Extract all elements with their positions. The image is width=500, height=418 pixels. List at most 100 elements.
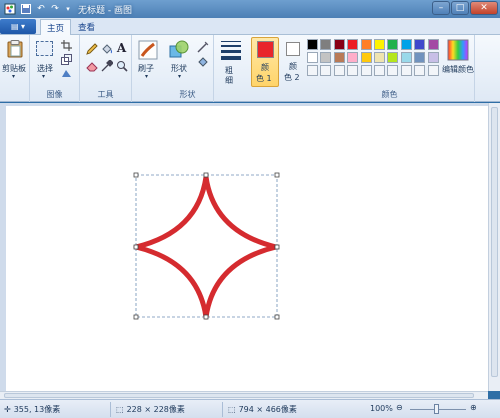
text-icon[interactable]: A	[115, 41, 128, 55]
palette-swatch[interactable]	[307, 65, 318, 76]
vertical-scrollbar[interactable]	[488, 103, 500, 391]
palette-swatch[interactable]	[347, 65, 359, 76]
palette-swatch[interactable]	[320, 52, 332, 63]
color2-swatch	[286, 42, 300, 56]
zoom-out-button[interactable]: ⊖	[396, 403, 403, 412]
palette-swatch[interactable]	[320, 65, 332, 76]
palette-swatch[interactable]	[333, 52, 345, 63]
color2-label-line1: 颜	[289, 62, 297, 71]
select-icon[interactable]	[36, 41, 53, 56]
maximize-button[interactable]: □	[451, 1, 469, 15]
palette-swatch[interactable]	[360, 52, 372, 63]
minimize-button[interactable]: –	[432, 1, 450, 15]
zoom-slider-thumb[interactable]	[434, 404, 439, 414]
palette-swatch[interactable]	[387, 52, 399, 63]
palette-swatch[interactable]	[347, 39, 359, 50]
window-title: 无标题 - 画图	[78, 6, 132, 16]
tab-view[interactable]: 查看	[72, 19, 101, 35]
clipboard-group: 剪贴板 ▾	[0, 35, 30, 102]
selection-handle-left[interactable]	[133, 244, 139, 250]
selection-handle-top-left[interactable]	[133, 172, 139, 178]
ribbon: 剪贴板 ▾ 选择 ▾ 图像 A 工具 刷子 ▾ 形状 ▾ 形状 粗 细 颜 色 …	[0, 35, 500, 102]
outline-icon[interactable]	[196, 40, 209, 53]
fill-style-icon[interactable]	[196, 54, 209, 67]
brushes-dropdown-icon[interactable]: ▾	[145, 73, 148, 80]
edit-colors-label[interactable]: 编辑颜色	[442, 64, 474, 75]
clipboard-dropdown-icon[interactable]: ▾	[12, 73, 15, 80]
canvas-workspace	[0, 103, 488, 391]
shapes-icon[interactable]	[168, 39, 190, 61]
rotate-icon[interactable]	[60, 67, 73, 80]
palette-swatch[interactable]	[307, 39, 318, 50]
selection-handle-bottom-right[interactable]	[274, 314, 280, 320]
edit-colors-icon[interactable]	[447, 39, 469, 61]
eraser-icon[interactable]	[85, 59, 98, 72]
palette-swatch[interactable]	[374, 39, 385, 50]
palette-swatch[interactable]	[307, 52, 318, 63]
zoom-level: 100%	[370, 404, 393, 413]
close-button[interactable]: ✕	[470, 1, 498, 15]
horizontal-scrollbar[interactable]	[0, 391, 488, 399]
palette-swatch[interactable]	[427, 52, 439, 63]
palette-swatch[interactable]	[360, 65, 372, 76]
color-picker-icon[interactable]	[100, 59, 113, 72]
color1-button[interactable]: 颜 色 1	[251, 37, 279, 87]
palette-swatch[interactable]	[387, 39, 399, 50]
palette-swatch[interactable]	[414, 65, 426, 76]
tab-home[interactable]: 主页	[40, 19, 72, 35]
ribbon-tab-row: ▤ ▾ 主页 查看	[0, 18, 500, 35]
selection-rectangle[interactable]	[135, 174, 278, 318]
palette-swatch[interactable]	[427, 65, 439, 76]
line-size-icon[interactable]	[221, 41, 241, 60]
palette-swatch[interactable]	[333, 39, 345, 50]
palette-swatch[interactable]	[400, 52, 412, 63]
crop-icon[interactable]	[60, 39, 73, 52]
selection-handle-bottom-left[interactable]	[133, 314, 139, 320]
redo-icon[interactable]: ↷	[49, 3, 61, 15]
palette-swatch[interactable]	[374, 52, 385, 63]
cursor-position: ✛ 355, 13像素	[4, 404, 60, 415]
selection-size-text: 228 × 228像素	[126, 405, 185, 414]
save-icon[interactable]	[20, 3, 32, 15]
selection-handle-top[interactable]	[203, 172, 209, 178]
quick-access-dropdown-icon[interactable]: ▾	[62, 3, 74, 15]
palette-swatch[interactable]	[387, 65, 399, 76]
size-label-line2[interactable]: 细	[225, 75, 233, 86]
selection-handle-top-right[interactable]	[274, 172, 280, 178]
selection-handle-right[interactable]	[274, 244, 280, 250]
resize-icon[interactable]	[60, 53, 73, 66]
pencil-icon[interactable]	[85, 42, 98, 55]
palette-swatch[interactable]	[374, 65, 385, 76]
clipboard-paste-icon[interactable]	[7, 40, 23, 58]
palette-swatch[interactable]	[400, 39, 412, 50]
palette-swatch[interactable]	[400, 65, 412, 76]
color1-swatch	[257, 41, 274, 58]
drawing-canvas[interactable]	[6, 106, 488, 391]
palette-swatch[interactable]	[320, 39, 332, 50]
select-dropdown-icon[interactable]: ▾	[42, 73, 45, 80]
palette-swatch[interactable]	[414, 39, 426, 50]
fill-icon[interactable]	[100, 42, 113, 55]
paint-app-icon[interactable]	[4, 3, 16, 15]
vertical-scroll-thumb[interactable]	[491, 107, 498, 377]
brush-icon[interactable]	[138, 40, 158, 60]
selection-size-icon: ⬚	[116, 405, 124, 414]
magnifier-icon[interactable]	[115, 59, 128, 72]
status-separator	[110, 402, 111, 417]
four-point-star-shape[interactable]	[133, 174, 279, 320]
color2-button[interactable]: 颜 色 2	[281, 37, 307, 87]
selection-handle-bottom[interactable]	[203, 314, 209, 320]
undo-icon[interactable]: ↶	[35, 3, 47, 15]
image-size-icon: ⬚	[228, 405, 236, 414]
zoom-in-button[interactable]: ⊕	[470, 403, 477, 412]
horizontal-scroll-thumb[interactable]	[4, 393, 474, 398]
paint-menu-button[interactable]: ▤ ▾	[0, 19, 36, 34]
color1-label-line2: 色 1	[256, 74, 272, 83]
palette-swatch[interactable]	[360, 39, 372, 50]
shapes-dropdown-icon[interactable]: ▾	[178, 73, 181, 80]
palette-swatch[interactable]	[427, 39, 439, 50]
palette-swatch[interactable]	[333, 65, 345, 76]
cursor-icon: ✛	[4, 405, 11, 414]
palette-swatch[interactable]	[414, 52, 426, 63]
palette-swatch[interactable]	[347, 52, 359, 63]
